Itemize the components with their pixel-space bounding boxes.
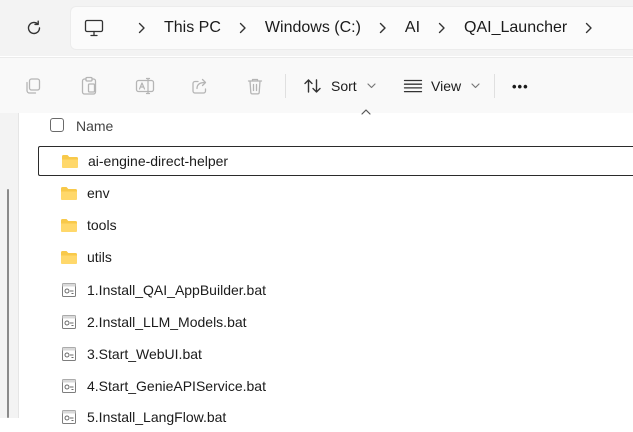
chevron-down-icon — [471, 83, 480, 89]
view-icon — [403, 79, 423, 93]
breadcrumb-ai[interactable]: AI — [405, 19, 420, 37]
folder-icon — [59, 184, 79, 202]
navigation-pane-edge — [0, 113, 19, 418]
file-name: env — [87, 185, 110, 201]
folder-icon — [60, 152, 80, 170]
more-options-button[interactable]: ••• — [512, 70, 529, 102]
column-header-name[interactable]: Name — [76, 118, 113, 134]
file-name: 1.Install_QAI_AppBuilder.bat — [87, 282, 267, 298]
chevron-right-icon[interactable] — [436, 18, 448, 38]
sort-label: Sort — [331, 78, 357, 94]
file-name: ai-engine-direct-helper — [88, 153, 229, 169]
share-button[interactable] — [185, 72, 215, 100]
command-bar: Sort View ••• — [0, 57, 633, 114]
rename-button[interactable] — [130, 72, 160, 100]
batch-file-icon — [59, 408, 79, 426]
view-button[interactable]: View — [403, 70, 480, 102]
sort-icon — [304, 79, 321, 93]
toolbar-divider — [494, 74, 495, 98]
chevron-right-icon[interactable] — [136, 18, 148, 38]
batch-file-icon — [59, 345, 79, 363]
list-item[interactable]: env — [38, 178, 633, 208]
view-label: View — [431, 78, 462, 94]
address-bar-row: This PC Windows (C:) AI QAI_Launcher — [0, 0, 633, 56]
this-pc-icon[interactable] — [82, 16, 106, 40]
folder-icon — [59, 216, 79, 234]
breadcrumb: This PC Windows (C:) AI QAI_Launcher — [82, 14, 611, 42]
more-icon: ••• — [512, 78, 529, 94]
batch-file-icon — [59, 313, 79, 331]
nav-scrollbar[interactable] — [7, 189, 9, 418]
sort-button[interactable]: Sort — [303, 70, 376, 102]
breadcrumb-qai-launcher[interactable]: QAI_Launcher — [464, 19, 567, 37]
trash-icon — [247, 78, 263, 95]
file-name: tools — [87, 217, 117, 233]
file-name: 5.Install_LangFlow.bat — [87, 409, 227, 425]
breadcrumb-windows-c[interactable]: Windows (C:) — [265, 19, 361, 37]
list-item[interactable]: 1.Install_QAI_AppBuilder.bat — [38, 275, 633, 305]
share-icon — [192, 78, 207, 94]
chevron-right-icon[interactable] — [583, 18, 595, 38]
list-item[interactable]: 3.Start_WebUI.bat — [38, 339, 633, 369]
file-name: 4.Start_GenieAPIService.bat — [87, 378, 266, 394]
list-item[interactable]: ai-engine-direct-helper — [38, 146, 633, 176]
column-header-row: Name — [38, 109, 633, 139]
batch-file-icon — [59, 377, 79, 395]
refresh-icon — [27, 20, 41, 35]
batch-file-icon — [59, 281, 79, 299]
list-item[interactable]: 5.Install_LangFlow.bat — [38, 402, 633, 432]
list-item[interactable]: 4.Start_GenieAPIService.bat — [38, 371, 633, 401]
folder-icon — [59, 248, 79, 266]
rename-icon — [135, 77, 155, 95]
chevron-right-icon[interactable] — [377, 18, 389, 38]
chevron-right-icon[interactable] — [237, 18, 249, 38]
file-list-pane: Name ai-engine-direct-helper env tools u… — [0, 109, 633, 425]
toolbar-divider — [285, 74, 286, 98]
breadcrumb-this-pc[interactable]: This PC — [164, 19, 221, 37]
copy-button[interactable] — [18, 72, 48, 100]
refresh-button[interactable] — [20, 14, 48, 42]
file-name: 2.Install_LLM_Models.bat — [87, 314, 247, 330]
list-item[interactable]: utils — [38, 242, 633, 272]
chevron-down-icon — [367, 83, 376, 89]
paste-button[interactable] — [74, 72, 104, 100]
copy-icon — [26, 78, 41, 94]
select-all-checkbox[interactable] — [50, 118, 64, 132]
sort-ascending-icon — [361, 109, 371, 115]
file-name: utils — [87, 249, 112, 265]
file-name: 3.Start_WebUI.bat — [87, 346, 202, 362]
delete-button[interactable] — [240, 72, 270, 100]
paste-icon — [81, 76, 97, 95]
list-item[interactable]: 2.Install_LLM_Models.bat — [38, 307, 633, 337]
list-item[interactable]: tools — [38, 210, 633, 240]
